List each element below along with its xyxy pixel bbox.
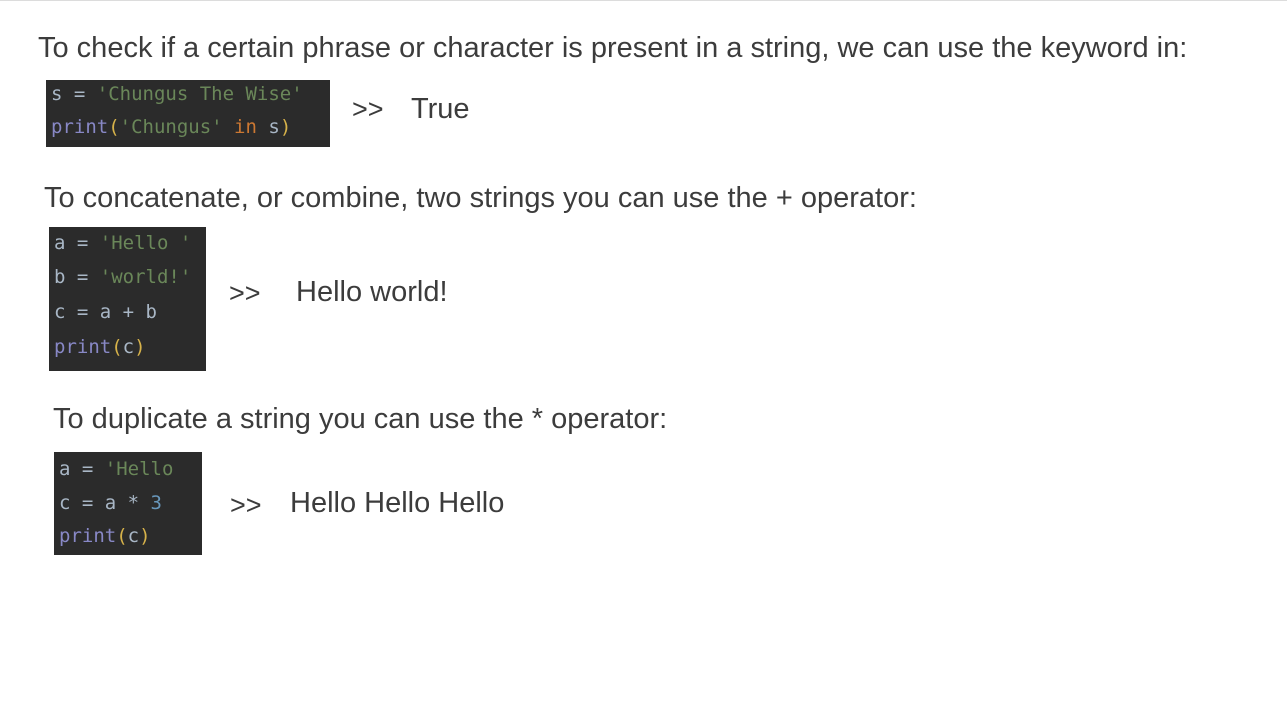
code-line: b = 'world!' — [54, 260, 206, 295]
code-operator: = — [62, 83, 97, 105]
code-var: c — [127, 525, 140, 547]
code-paren: ( — [108, 116, 120, 138]
code-string: 'world!' — [99, 266, 192, 288]
code-line: print(c) — [54, 330, 206, 365]
code-paren: ) — [139, 525, 151, 547]
code-function: print — [51, 116, 109, 138]
code-operator: = — [70, 458, 105, 480]
code-paren: ( — [111, 336, 123, 358]
code-line: print(c) — [59, 521, 202, 555]
code-function: print — [59, 525, 117, 547]
code-var: c — [122, 336, 135, 358]
section-3-prompt: >> — [230, 490, 262, 520]
section-3-output: Hello Hello Hello — [290, 487, 505, 519]
code-var: s — [51, 83, 63, 105]
code-statement: c = a + b — [54, 301, 157, 323]
code-line: c = a * 3 — [59, 486, 202, 521]
code-paren: ( — [116, 525, 128, 547]
code-string: 'Hello ' — [99, 232, 192, 254]
code-operator: = — [65, 232, 100, 254]
code-line: c = a + b — [54, 295, 206, 330]
section-2-output: Hello world! — [296, 276, 448, 308]
code-var: s — [268, 116, 280, 138]
code-paren: ) — [279, 116, 292, 138]
section-2-heading: To concatenate, or combine, two strings … — [44, 182, 917, 214]
top-divider — [0, 0, 1287, 1]
section-1-output: True — [411, 93, 470, 125]
code-var: b — [54, 266, 66, 288]
code-string: 'Chungus The Wise' — [96, 83, 303, 105]
section-1-code-block: s = 'Chungus The Wise' print('Chungus' i… — [46, 80, 330, 147]
code-statement: c = a * — [59, 492, 151, 514]
code-line: print('Chungus' in s) — [51, 110, 330, 145]
section-1-heading: To check if a certain phrase or characte… — [38, 32, 1188, 64]
section-3-heading: To duplicate a string you can use the * … — [53, 403, 668, 435]
section-2-prompt: >> — [229, 278, 261, 308]
code-number: 3 — [150, 492, 162, 514]
code-function: print — [54, 336, 112, 358]
section-1-prompt: >> — [352, 94, 384, 124]
code-paren: ) — [134, 336, 146, 358]
code-line: a = 'Hello — [59, 452, 202, 486]
code-string: 'Chungus' — [119, 116, 223, 138]
code-var: a — [54, 232, 66, 254]
code-string: 'Hello — [104, 458, 174, 480]
section-3-code-block: a = 'Hello c = a * 3 print(c) — [54, 452, 202, 555]
code-operator: = — [65, 266, 100, 288]
code-line: s = 'Chungus The Wise' — [51, 80, 330, 110]
section-2-code-block: a = 'Hello ' b = 'world!' c = a + b prin… — [49, 227, 206, 371]
code-keyword: in — [222, 116, 269, 138]
code-line: a = 'Hello ' — [54, 227, 206, 260]
code-var: a — [59, 458, 71, 480]
